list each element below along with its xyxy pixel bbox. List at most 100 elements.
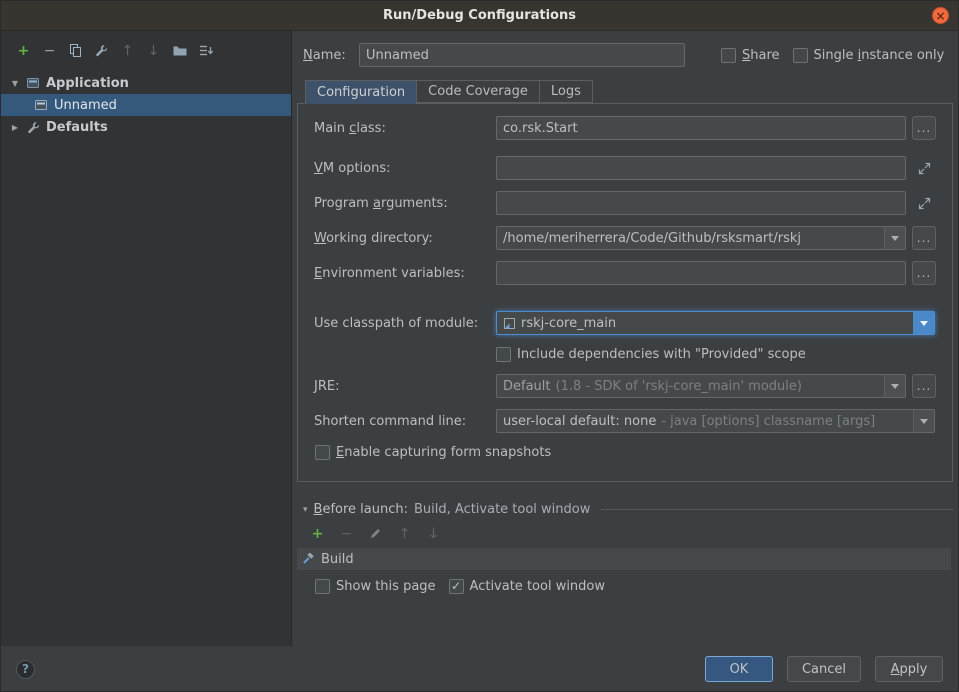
jre-combobox[interactable]: Default (1.8 - SDK of 'rskj-core_main' m… [496, 374, 906, 398]
dialog-footer: ? OK Cancel Apply [1, 646, 958, 692]
vm-options-expand-button[interactable] [912, 156, 936, 180]
use-classpath-label: Use classpath of module: [314, 316, 496, 331]
capture-snapshots-label: Enable capturing form snapshots [336, 445, 551, 460]
jre-row: JRE: Default (1.8 - SDK of 'rskj-core_ma… [314, 374, 936, 398]
program-arguments-label: Program arguments: [314, 196, 496, 211]
checkbox-box[interactable]: ✓ [721, 48, 736, 63]
shorten-value-detail: - java [options] classname [args] [661, 414, 875, 429]
jre-browse-button[interactable]: ... [912, 374, 936, 398]
name-input[interactable] [359, 43, 685, 67]
help-button[interactable]: ? [16, 660, 35, 679]
checkbox-box[interactable]: ✓ [449, 579, 464, 594]
ellipsis-icon: ... [917, 231, 931, 245]
name-label: Name: [303, 48, 359, 63]
pencil-icon [369, 527, 382, 540]
dropdown-button[interactable] [913, 410, 934, 432]
ellipsis-icon: ... [917, 266, 931, 280]
ok-button[interactable]: OK [705, 656, 773, 682]
edit-defaults-button[interactable] [93, 42, 110, 59]
checkbox-box[interactable]: ✓ [793, 48, 808, 63]
main-class-browse-button[interactable]: ... [912, 116, 936, 140]
environment-variables-input[interactable] [496, 261, 906, 285]
configurations-tree: ▼ Application Unnamed ▶ [1, 72, 291, 138]
checkbox-box[interactable]: ✓ [315, 445, 330, 460]
remove-task-button[interactable]: − [338, 525, 355, 542]
create-folder-button[interactable] [171, 42, 188, 59]
add-configuration-button[interactable]: + [15, 42, 32, 59]
share-checkbox[interactable]: ✓ Share [721, 48, 780, 63]
program-arguments-expand-button[interactable] [912, 191, 936, 215]
jre-value: Default [503, 379, 551, 394]
program-arguments-input[interactable] [496, 191, 906, 215]
tree-node-label: Unnamed [54, 98, 117, 113]
module-icon [503, 317, 516, 330]
module-combobox[interactable]: rskj-core_main [496, 311, 935, 335]
move-up-button[interactable]: ↑ [119, 42, 136, 59]
share-label: Share [742, 48, 780, 63]
vm-options-input[interactable] [496, 156, 906, 180]
apply-button[interactable]: Apply [875, 656, 943, 682]
capture-snapshots-checkbox[interactable]: ✓ Enable capturing form snapshots [315, 445, 551, 460]
separator-line [601, 509, 953, 510]
jre-label: JRE: [314, 379, 496, 394]
before-launch-options: ✓ Show this page ✓ Activate tool window [315, 579, 605, 594]
move-down-button[interactable]: ↓ [145, 42, 162, 59]
main-class-row: Main class: ... [314, 116, 936, 140]
remove-configuration-button[interactable]: − [41, 42, 58, 59]
expand-field-icon [918, 162, 931, 175]
arrow-down-icon: ↓ [148, 44, 160, 58]
tree-node-defaults[interactable]: ▶ Defaults [1, 116, 291, 138]
collapsed-arrow-icon[interactable]: ▶ [10, 123, 20, 132]
single-instance-checkbox[interactable]: ✓ Single instance only [793, 48, 945, 63]
before-launch-header[interactable]: ▾ Before launch: Build, Activate tool wi… [303, 502, 953, 517]
activate-tool-window-checkbox[interactable]: ✓ Activate tool window [449, 579, 605, 594]
close-button[interactable]: × [932, 7, 949, 24]
tree-node-unnamed[interactable]: Unnamed [1, 94, 291, 116]
working-directory-combobox[interactable]: /home/meriherrera/Code/Github/rsksmart/r… [496, 226, 906, 250]
environment-variables-browse-button[interactable]: ... [912, 261, 936, 285]
checkbox-box[interactable]: ✓ [315, 579, 330, 594]
main-class-label: Main class: [314, 121, 496, 136]
include-provided-checkbox[interactable]: ✓ Include dependencies with "Provided" s… [496, 347, 806, 362]
move-task-down-button[interactable]: ↓ [425, 525, 442, 542]
jre-value-detail: (1.8 - SDK of 'rskj-core_main' module) [556, 379, 802, 394]
tab-bar: Configuration Code Coverage Logs [305, 80, 592, 104]
tree-node-application[interactable]: ▼ Application [1, 72, 291, 94]
sort-configurations-button[interactable] [197, 42, 214, 59]
dropdown-button[interactable] [884, 227, 905, 249]
titlebar[interactable]: Run/Debug Configurations × [1, 1, 958, 31]
vm-options-label: VM options: [314, 161, 496, 176]
copy-configuration-button[interactable] [67, 42, 84, 59]
arrow-down-icon: ↓ [428, 527, 440, 541]
add-icon: + [18, 44, 30, 58]
sidebar-toolbar: + − ↑ ↓ [1, 31, 291, 67]
tab-code-coverage[interactable]: Code Coverage [416, 80, 540, 103]
vm-options-row: VM options: [314, 156, 936, 180]
shorten-command-line-combobox[interactable]: user-local default: none - java [options… [496, 409, 935, 433]
working-directory-browse-button[interactable]: ... [912, 226, 936, 250]
shorten-value: user-local default: none [503, 414, 656, 429]
dropdown-arrow-icon [891, 236, 899, 241]
before-launch-task-build[interactable]: Build [297, 548, 951, 570]
tab-logs[interactable]: Logs [539, 80, 593, 103]
folder-icon [173, 45, 187, 57]
expanded-arrow-icon[interactable]: ▼ [10, 79, 20, 88]
build-icon [302, 553, 315, 566]
section-collapse-icon[interactable]: ▾ [303, 505, 308, 515]
cancel-button[interactable]: Cancel [787, 656, 861, 682]
add-task-button[interactable]: + [309, 525, 326, 542]
dropdown-button[interactable] [884, 375, 905, 397]
tab-configuration[interactable]: Configuration [305, 80, 417, 104]
configuration-editor: Name: ✓ Share ✓ Single instance only Con… [292, 31, 958, 646]
working-directory-row: Working directory: /home/meriherrera/Cod… [314, 226, 936, 250]
edit-task-button[interactable] [367, 525, 384, 542]
main-class-input[interactable] [496, 116, 906, 140]
checkbox-box[interactable]: ✓ [496, 347, 511, 362]
move-task-up-button[interactable]: ↑ [396, 525, 413, 542]
program-arguments-row: Program arguments: [314, 191, 936, 215]
show-this-page-checkbox[interactable]: ✓ Show this page [315, 579, 436, 594]
tree-node-label: Application [46, 76, 129, 91]
dropdown-button[interactable] [913, 312, 934, 334]
run-debug-configurations-dialog: Run/Debug Configurations × + − ↑ ↓ [0, 0, 959, 692]
working-directory-value: /home/meriherrera/Code/Github/rsksmart/r… [503, 231, 801, 246]
